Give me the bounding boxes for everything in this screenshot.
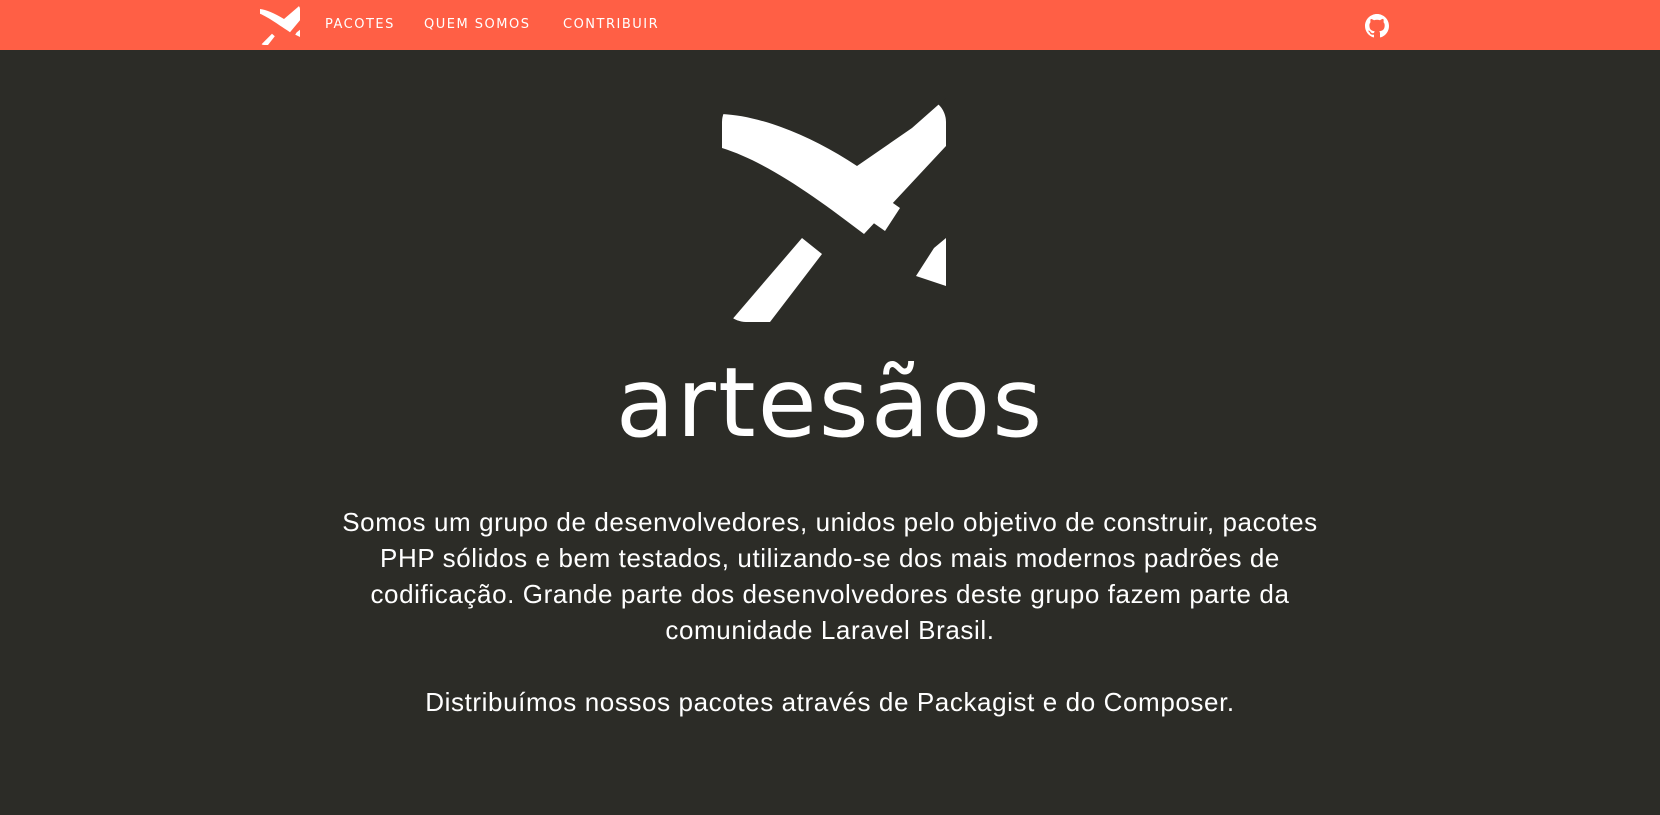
distribution-paragraph: Distribuímos nossos pacotes através de P… — [425, 687, 1235, 717]
brand-name: artesãos — [615, 347, 1045, 459]
home-logo-link[interactable] — [260, 5, 300, 46]
nav-link-quem-somos[interactable]: QUEM SOMOS — [424, 17, 531, 33]
nav-link-contribuir[interactable]: CONTRIBUIR — [563, 17, 659, 33]
artesaos-hammer-logo-icon — [722, 98, 946, 322]
top-navbar: PACOTES QUEM SOMOS CONTRIBUIR — [0, 0, 1660, 50]
github-icon — [1365, 14, 1389, 38]
artesaos-logo-icon — [260, 5, 300, 46]
github-link[interactable] — [1365, 14, 1389, 38]
about-paragraph: Somos um grupo de desenvolvedores, unido… — [342, 507, 1318, 645]
nav-link-pacotes[interactable]: PACOTES — [325, 17, 395, 33]
